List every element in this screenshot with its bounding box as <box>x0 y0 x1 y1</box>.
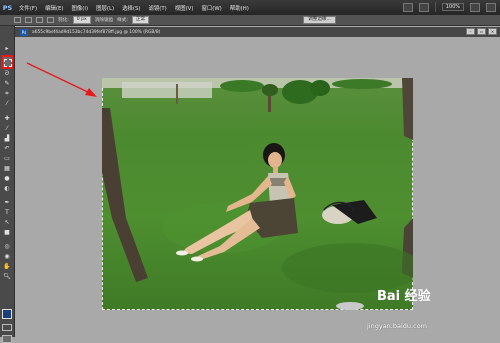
bag <box>322 200 377 224</box>
watermark-url: jingyan.baidu.com <box>367 322 427 330</box>
photo-scene <box>102 78 413 310</box>
watermark-logo: Bai 经验 <box>377 289 431 304</box>
canvas-image[interactable] <box>102 78 413 310</box>
